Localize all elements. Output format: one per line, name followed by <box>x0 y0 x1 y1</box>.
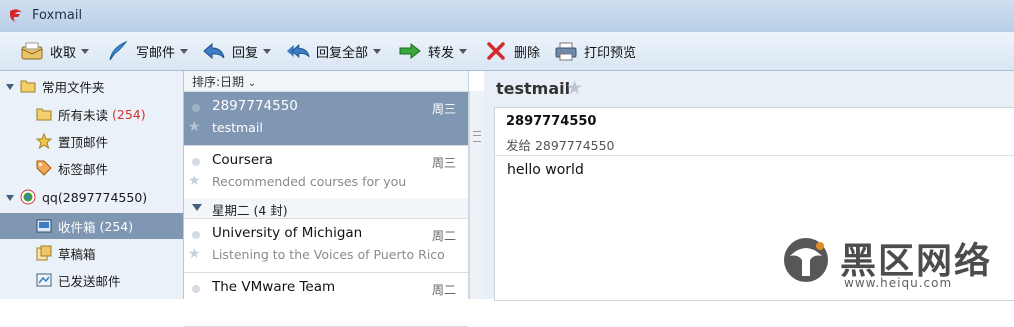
folder-icon <box>20 78 36 94</box>
star-icon <box>36 133 52 149</box>
folder-icon <box>36 106 52 122</box>
toolbar: 收取 写邮件 回复 回复全部 转发 删除 打印预览 <box>0 32 1014 71</box>
sidebar-item-account[interactable]: qq(2897774550) <box>0 184 183 210</box>
chevron-down-icon[interactable] <box>192 204 202 211</box>
star-icon[interactable]: ★ <box>188 173 201 189</box>
sidebar-item-favorites[interactable]: 常用文件夹 <box>0 73 183 99</box>
window-title: Foxmail <box>32 8 83 23</box>
delete-icon <box>484 40 508 62</box>
reply-button[interactable]: 回复 <box>202 38 272 64</box>
star-icon[interactable]: ★ <box>188 119 201 135</box>
sidebar-item-tagged[interactable]: 标签邮件 <box>0 155 183 181</box>
chevron-down-icon[interactable] <box>6 194 14 201</box>
star-icon[interactable]: ★ <box>188 246 201 262</box>
sidebar-item-all-unread[interactable]: 所有未读 (254) <box>0 101 183 127</box>
reply-all-icon <box>286 40 310 62</box>
date-group-header[interactable]: 星期二 (4 封) <box>184 198 468 219</box>
chevron-down-icon[interactable] <box>180 48 189 54</box>
tag-icon <box>36 160 52 176</box>
inbox-count: (254) <box>99 218 134 234</box>
delete-button[interactable]: 删除 <box>484 38 540 64</box>
sort-label[interactable]: 排序:日期 ⌄ <box>192 73 256 90</box>
mail-sender[interactable]: 2897774550 <box>506 114 596 129</box>
compose-button[interactable]: 写邮件 <box>106 38 189 64</box>
list-item[interactable]: Coursera 周三 ★ Recommended courses for yo… <box>184 146 468 200</box>
watermark-url: www.heiqu.com <box>844 276 953 290</box>
list-item[interactable]: University of Michigan 周二 ★ Listening to… <box>184 219 468 273</box>
print-preview-button[interactable]: 打印预览 <box>554 38 636 64</box>
chevron-down-icon[interactable] <box>6 83 14 90</box>
sidebar-item-sent[interactable]: 已发送邮件 <box>0 267 183 293</box>
divider <box>495 155 1014 156</box>
chevron-down-icon[interactable] <box>81 48 90 54</box>
list-item[interactable]: 2897774550 周三 ★ testmail <box>184 92 468 146</box>
chevron-down-icon: ⌄ <box>247 78 257 89</box>
list-item[interactable]: The VMware Team 周二 <box>184 273 468 327</box>
unread-dot-icon <box>192 158 200 166</box>
account-icon <box>20 189 36 205</box>
foxmail-logo <box>10 9 22 22</box>
print-icon <box>554 40 578 62</box>
sidebar-item-inbox[interactable]: 收件箱 (254) <box>0 213 183 239</box>
forward-icon <box>398 40 422 62</box>
forward-button[interactable]: 转发 <box>398 38 468 64</box>
receive-button[interactable]: 收取 <box>20 38 90 64</box>
draft-icon <box>36 245 52 261</box>
receive-icon <box>20 40 44 62</box>
sidebar: 常用文件夹 所有未读 (254) 置顶邮件 标签邮件 qq(2897774550… <box>0 71 184 299</box>
reply-all-button[interactable]: 回复全部 <box>286 38 382 64</box>
mail-recipient: 发给 2897774550 <box>506 138 615 153</box>
sidebar-item-drafts[interactable]: 草稿箱 <box>0 240 183 266</box>
unread-dot-icon <box>192 231 200 239</box>
chevron-down-icon[interactable] <box>373 48 382 54</box>
chevron-down-icon[interactable] <box>459 48 468 54</box>
message-list-scrollbar[interactable] <box>469 91 484 299</box>
reply-icon <box>202 40 226 62</box>
scrollbar-grip[interactable] <box>473 131 481 142</box>
compose-icon <box>106 40 130 62</box>
unread-count: (254) <box>112 106 146 122</box>
sent-icon <box>36 272 52 288</box>
sort-bar[interactable]: 排序:日期 ⌄ <box>184 71 468 92</box>
title-bar: Foxmail <box>0 0 1014 33</box>
watermark: 黑区网络 www.heiqu.com <box>780 230 1010 294</box>
message-list: 排序:日期 ⌄ 2897774550 周三 ★ testmail Courser… <box>184 71 469 327</box>
mail-subject: testmail <box>496 79 571 98</box>
star-icon[interactable]: ★ <box>566 77 583 99</box>
chevron-down-icon[interactable] <box>263 48 272 54</box>
inbox-icon <box>36 218 52 234</box>
unread-dot-icon <box>192 285 200 293</box>
mail-body: hello world <box>507 162 584 178</box>
sidebar-item-pinned[interactable]: 置顶邮件 <box>0 128 183 154</box>
unread-dot-icon <box>192 104 200 112</box>
